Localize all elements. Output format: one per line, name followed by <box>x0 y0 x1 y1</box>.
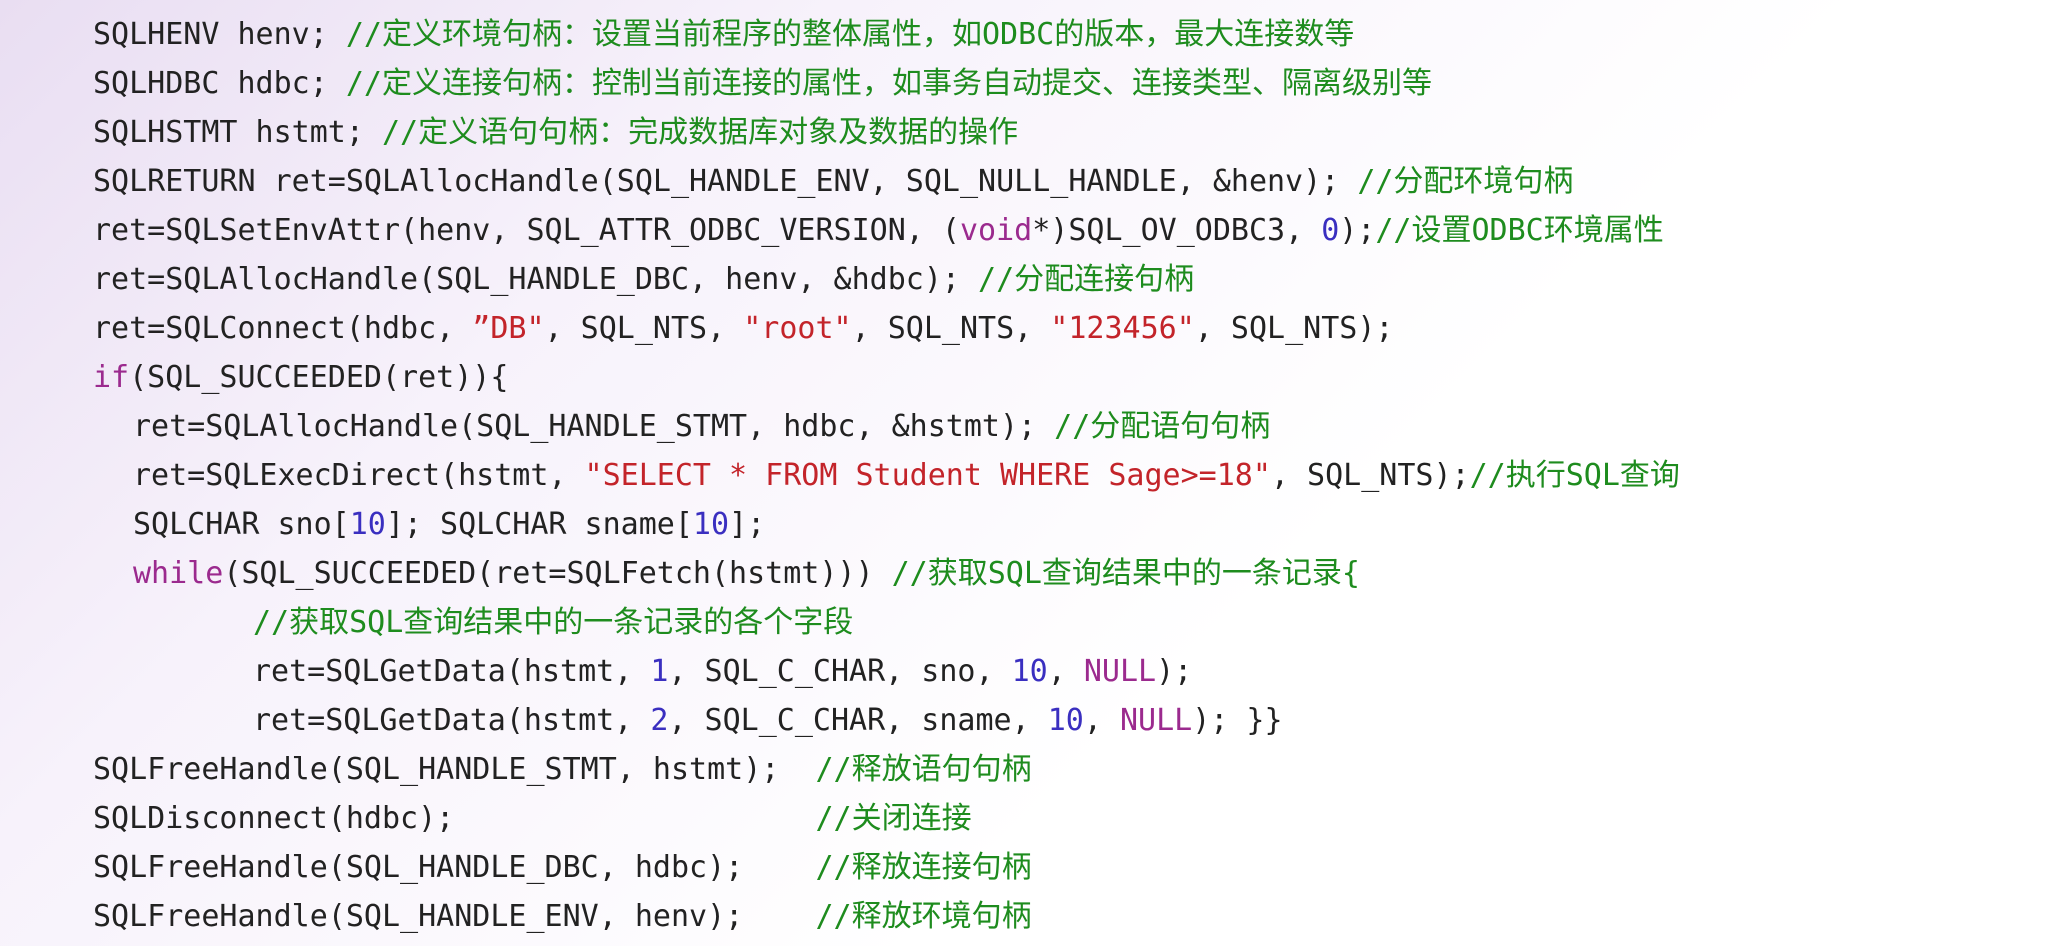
code-line: SQLRETURN ret=SQLAllocHandle(SQL_HANDLE_… <box>93 157 2054 206</box>
number-literal: 2 <box>650 703 669 738</box>
code-token: ret=SQLGetData(hstmt, <box>253 703 651 738</box>
string-literal: "123456" <box>1050 311 1195 346</box>
code-token: , SQL_C_CHAR, sno, <box>668 654 1012 689</box>
code-token: , SQL_NTS, <box>544 311 744 346</box>
code-token: SQLFreeHandle(SQL_HANDLE_STMT, hstmt); <box>93 752 816 787</box>
keyword: void <box>959 213 1033 248</box>
code-token: ); }} <box>1192 703 1283 738</box>
keyword: while <box>133 556 224 591</box>
code-line: ret=SQLGetData(hstmt, 2, SQL_C_CHAR, sna… <box>93 696 2054 745</box>
code-token: ]; SQLCHAR sname[ <box>385 507 693 542</box>
code-comment: //定义连接句柄：控制当前连接的属性，如事务自动提交、连接类型、隔离级别等 <box>345 66 1432 101</box>
code-line: if(SQL_SUCCEEDED(ret)){ <box>93 353 2054 402</box>
keyword: NULL <box>1119 703 1193 738</box>
code-token: (SQL_SUCCEEDED(ret=SQLFetch(hstmt))) <box>223 556 892 591</box>
code-token: SQLHDBC hdbc; <box>93 66 346 101</box>
code-line: SQLHSTMT hstmt; //定义语句句柄：完成数据库对象及数据的操作 <box>93 108 2054 157</box>
code-comment: //设置ODBC环境属性 <box>1375 213 1664 248</box>
code-token: ); <box>1156 654 1193 689</box>
code-line: SQLHENV henv; //定义环境句柄：设置当前程序的整体属性，如ODBC… <box>93 10 2054 59</box>
keyword: if <box>93 360 130 395</box>
code-token: , <box>1047 654 1084 689</box>
code-line: ret=SQLAllocHandle(SQL_HANDLE_STMT, hdbc… <box>93 402 2054 451</box>
number-literal: 10 <box>692 507 730 542</box>
number-literal: 10 <box>1047 703 1084 738</box>
code-comment: //关闭连接 <box>815 801 972 836</box>
code-token: ret=SQLConnect(hdbc, <box>93 311 473 346</box>
code-token: ret=SQLGetData(hstmt, <box>253 654 651 689</box>
code-line: SQLHDBC hdbc; //定义连接句柄：控制当前连接的属性，如事务自动提交… <box>93 59 2054 108</box>
string-literal: ”DB" <box>472 311 545 346</box>
code-token: ret=SQLSetEnvAttr(henv, SQL_ATTR_ODBC_VE… <box>93 213 960 248</box>
code-token: SQLCHAR sno[ <box>133 507 350 542</box>
code-token: , SQL_NTS); <box>1194 311 1394 346</box>
code-comment: //分配连接句柄 <box>978 262 1195 297</box>
code-token: , SQL_C_CHAR, sname, <box>668 703 1048 738</box>
code-line: SQLCHAR sno[10]; SQLCHAR sname[10]; <box>93 500 2054 549</box>
code-token: (SQL_SUCCEEDED(ret)){ <box>129 360 509 395</box>
code-token: , SQL_NTS, <box>851 311 1051 346</box>
code-listing: SQLHENV henv; //定义环境句柄：设置当前程序的整体属性，如ODBC… <box>0 0 2054 946</box>
number-literal: 1 <box>650 654 669 689</box>
code-comment: //释放环境句柄 <box>815 899 1032 934</box>
code-line: //获取SQL查询结果中的一条记录的各个字段 <box>93 598 2054 647</box>
code-line: SQLFreeHandle(SQL_HANDLE_DBC, hdbc); //释… <box>93 843 2054 892</box>
number-literal: 0 <box>1321 213 1340 248</box>
code-token: , SQL_NTS); <box>1270 458 1470 493</box>
code-token: ret=SQLAllocHandle(SQL_HANDLE_DBC, henv,… <box>93 262 979 297</box>
code-comment: //执行SQL查询 <box>1469 458 1680 493</box>
code-token: SQLHSTMT hstmt; <box>93 115 382 150</box>
code-line: ret=SQLGetData(hstmt, 1, SQL_C_CHAR, sno… <box>93 647 2054 696</box>
code-token: SQLHENV henv; <box>93 17 346 52</box>
code-comment: //定义环境句柄：设置当前程序的整体属性，如ODBC的版本，最大连接数等 <box>345 17 1355 52</box>
number-literal: 10 <box>1011 654 1048 689</box>
code-comment: //分配环境句柄 <box>1357 164 1574 199</box>
code-token: SQLRETURN ret=SQLAllocHandle(SQL_HANDLE_… <box>93 164 1358 199</box>
code-line: ret=SQLConnect(hdbc, ”DB", SQL_NTS, "roo… <box>93 304 2054 353</box>
code-token: ); <box>1339 213 1376 248</box>
string-literal: "root" <box>743 311 852 346</box>
code-token: SQLDisconnect(hdbc); <box>93 801 816 836</box>
code-line: SQLDisconnect(hdbc); //关闭连接 <box>93 794 2054 843</box>
code-token: ret=SQLExecDirect(hstmt, <box>133 458 585 493</box>
code-line: SQLFreeHandle(SQL_HANDLE_ENV, henv); //释… <box>93 892 2054 941</box>
code-comment: //释放语句句柄 <box>815 752 1032 787</box>
number-literal: 10 <box>349 507 386 542</box>
code-token: *)SQL_OV_ODBC3, <box>1032 213 1322 248</box>
code-token: , <box>1083 703 1120 738</box>
code-token: ]; <box>729 507 766 542</box>
code-token: SQLFreeHandle(SQL_HANDLE_ENV, henv); <box>93 899 816 934</box>
code-token: ret=SQLAllocHandle(SQL_HANDLE_STMT, hdbc… <box>133 409 1055 444</box>
string-literal: "SELECT * FROM Student WHERE Sage>=18" <box>584 458 1271 493</box>
code-line: while(SQL_SUCCEEDED(ret=SQLFetch(hstmt))… <box>93 549 2054 598</box>
code-comment: //获取SQL查询结果中的一条记录{ <box>891 556 1360 591</box>
code-line: ret=SQLSetEnvAttr(henv, SQL_ATTR_ODBC_VE… <box>93 206 2054 255</box>
code-comment: //释放连接句柄 <box>815 850 1032 885</box>
code-line: ret=SQLAllocHandle(SQL_HANDLE_DBC, henv,… <box>93 255 2054 304</box>
code-comment: //分配语句句柄 <box>1054 409 1271 444</box>
code-token: SQLFreeHandle(SQL_HANDLE_DBC, hdbc); <box>93 850 816 885</box>
code-line: ret=SQLExecDirect(hstmt, "SELECT * FROM … <box>93 451 2054 500</box>
code-comment: //定义语句句柄：完成数据库对象及数据的操作 <box>381 115 1019 150</box>
code-line: SQLFreeHandle(SQL_HANDLE_STMT, hstmt); /… <box>93 745 2054 794</box>
code-comment: //获取SQL查询结果中的一条记录的各个字段 <box>253 605 854 640</box>
keyword: NULL <box>1083 654 1157 689</box>
